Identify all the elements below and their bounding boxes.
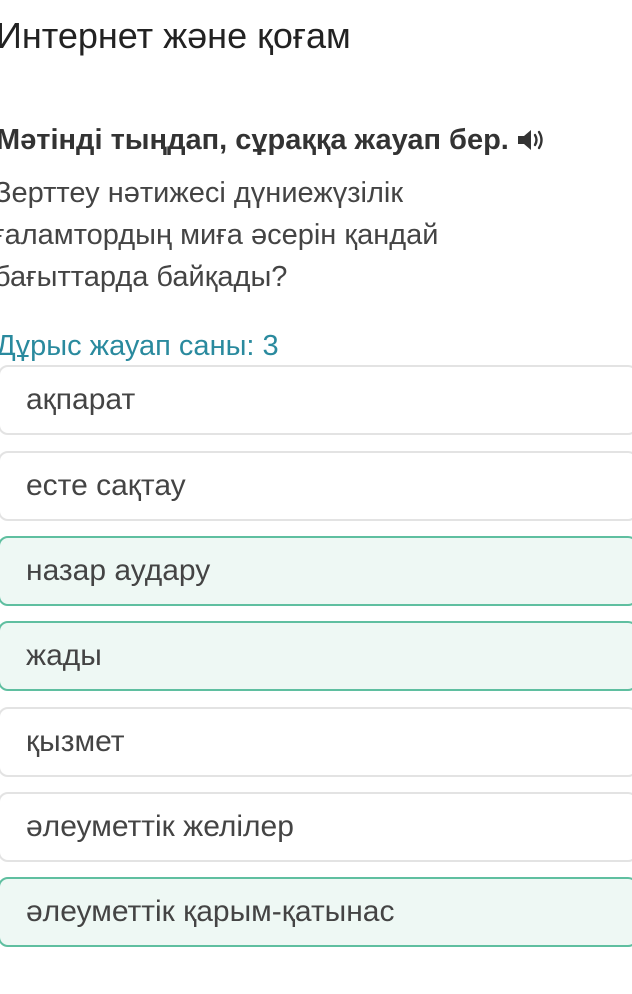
answer-option[interactable]: ақпарат: [0, 365, 632, 435]
quiz-page: Интернет және қоғам Мәтінді тыңдап, сұра…: [0, 0, 632, 994]
answer-option-label: қызмет: [26, 725, 125, 758]
page-title: Интернет және қоғам: [0, 15, 351, 56]
answer-option-label: ақпарат: [26, 383, 136, 416]
answer-option[interactable]: назар аудару: [0, 536, 632, 606]
answer-option-label: әлеуметтік қарым-қатынас: [26, 895, 395, 928]
question-line: бағыттарда байқады?: [0, 261, 288, 293]
answer-option[interactable]: әлеуметтік желілер: [0, 792, 632, 862]
answer-option-label: әлеуметтік желілер: [26, 810, 294, 843]
answer-option[interactable]: қызмет: [0, 707, 632, 777]
answer-option-label: жады: [26, 639, 102, 672]
answer-option[interactable]: жады: [0, 621, 632, 691]
instruction-text: Мәтінді тыңдап, сұраққа жауап бер.: [0, 124, 509, 156]
speaker-icon[interactable]: [515, 125, 549, 155]
answer-option-label: есте сақтау: [26, 469, 186, 502]
answer-option[interactable]: әлеуметтік қарым-қатынас: [0, 877, 632, 947]
answer-option-label: назар аудару: [26, 554, 211, 587]
answer-count: Дұрыс жауап саны: 3: [0, 330, 279, 362]
question-text: Зерттеу нәтижесі дүниежүзілік ғаламторды…: [0, 172, 554, 298]
instruction-row: Мәтінді тыңдап, сұраққа жауап бер.: [0, 120, 549, 160]
answer-option[interactable]: есте сақтау: [0, 451, 632, 521]
question-line: Зерттеу нәтижесі дүниежүзілік: [0, 177, 404, 209]
question-line: ғаламтордың миға әсерін қандай: [0, 219, 439, 251]
